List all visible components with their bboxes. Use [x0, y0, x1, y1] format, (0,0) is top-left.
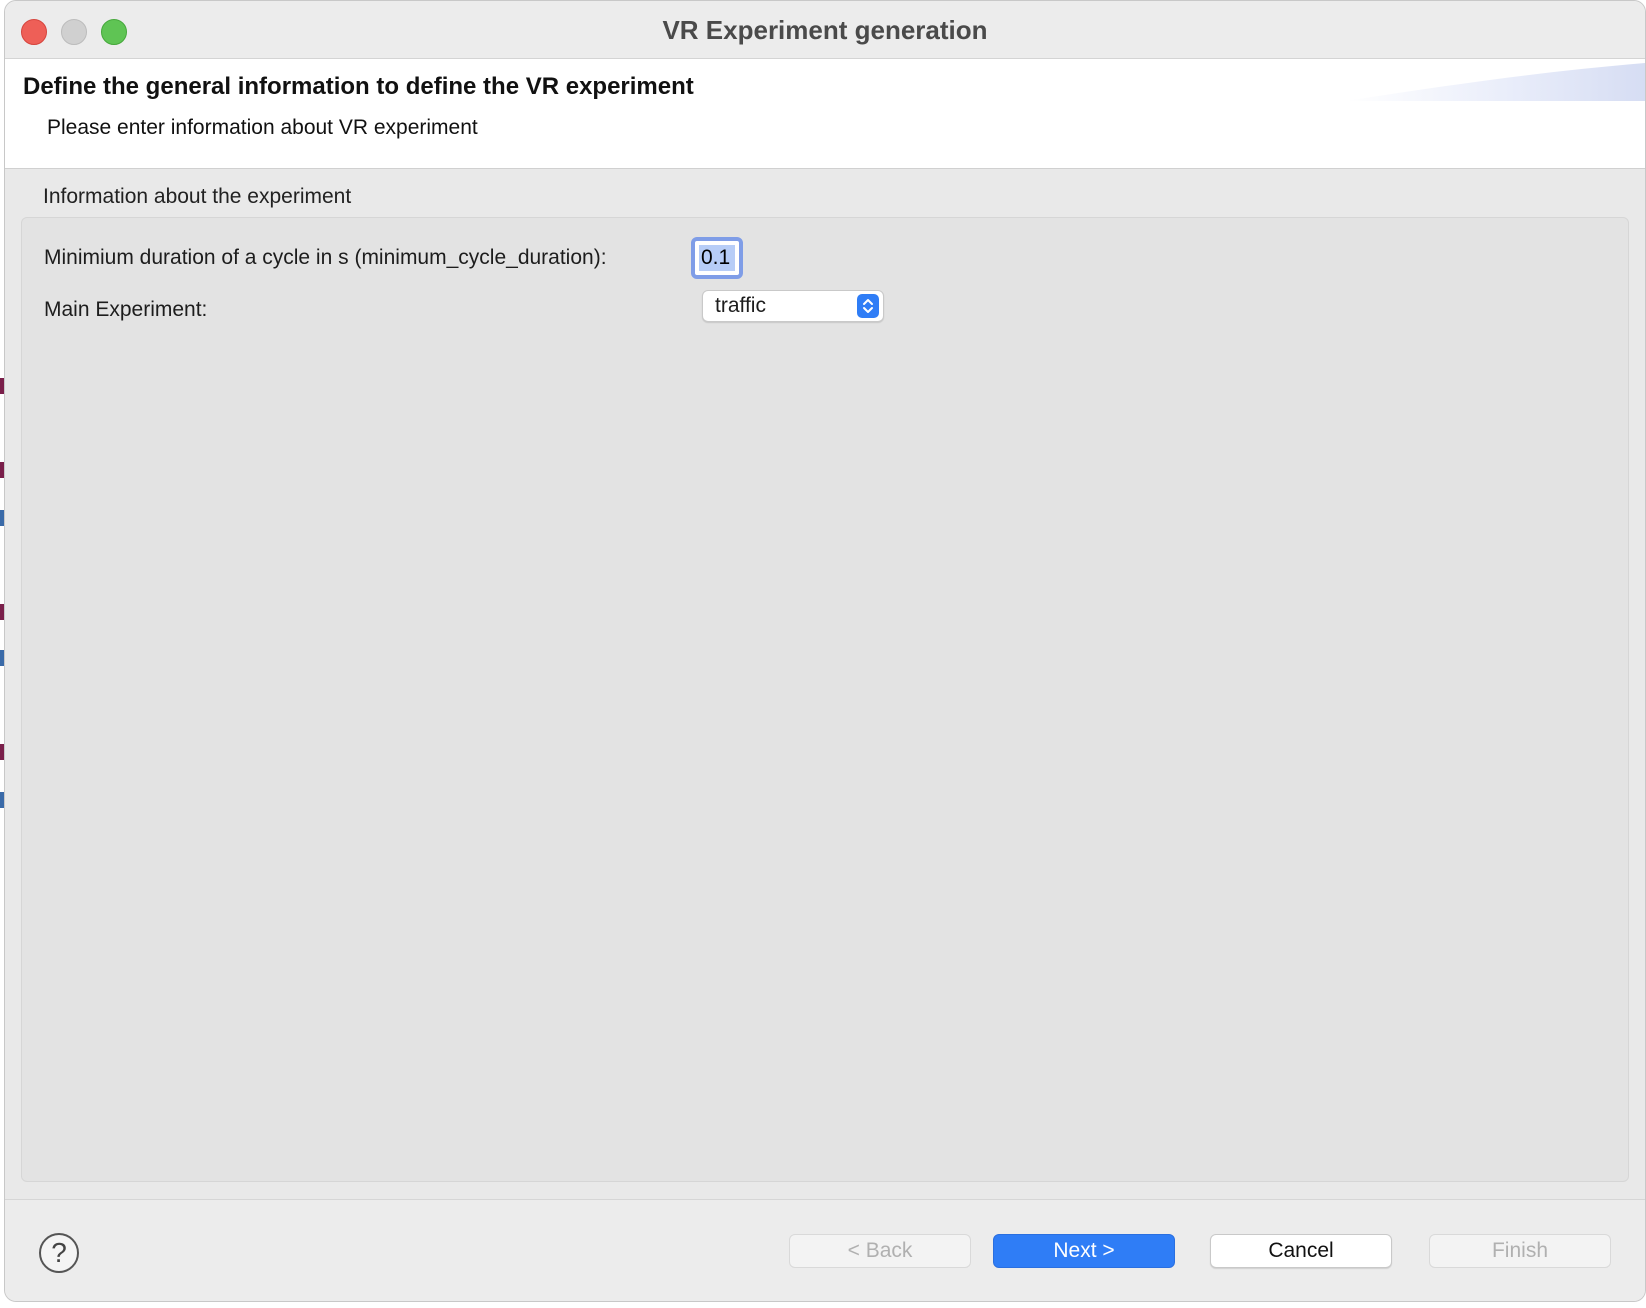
back-button[interactable]: < Back: [789, 1234, 971, 1268]
next-button[interactable]: Next >: [993, 1234, 1175, 1268]
cycle-duration-input[interactable]: [699, 245, 735, 271]
main-experiment-value: traffic: [715, 294, 766, 317]
cycle-duration-label: Minimium duration of a cycle in s (minim…: [44, 246, 607, 269]
wizard-content: Information about the experiment Minimiu…: [5, 169, 1645, 1199]
finish-button[interactable]: Finish: [1429, 1234, 1611, 1268]
wizard-footer: ? < Back Next > Cancel Finish: [5, 1199, 1645, 1301]
experiment-info-group: Minimium duration of a cycle in s (minim…: [21, 217, 1629, 1182]
group-title: Information about the experiment: [43, 185, 352, 208]
main-experiment-select[interactable]: traffic: [702, 290, 884, 322]
wizard-dialog: VR Experiment generation Define the gene…: [4, 0, 1646, 1302]
help-icon[interactable]: ?: [39, 1233, 79, 1273]
title-bar[interactable]: VR Experiment generation: [5, 1, 1645, 59]
cancel-button[interactable]: Cancel: [1210, 1234, 1392, 1268]
page-description: Please enter information about VR experi…: [47, 116, 478, 139]
window-title: VR Experiment generation: [662, 15, 988, 45]
main-experiment-label: Main Experiment:: [44, 298, 208, 321]
cycle-duration-focus-ring: [691, 237, 743, 279]
wizard-header: Define the general information to define…: [5, 59, 1645, 169]
page-title: Define the general information to define…: [23, 73, 694, 100]
header-banner-graphic: [1345, 63, 1645, 101]
chevron-up-down-icon: [857, 294, 879, 318]
